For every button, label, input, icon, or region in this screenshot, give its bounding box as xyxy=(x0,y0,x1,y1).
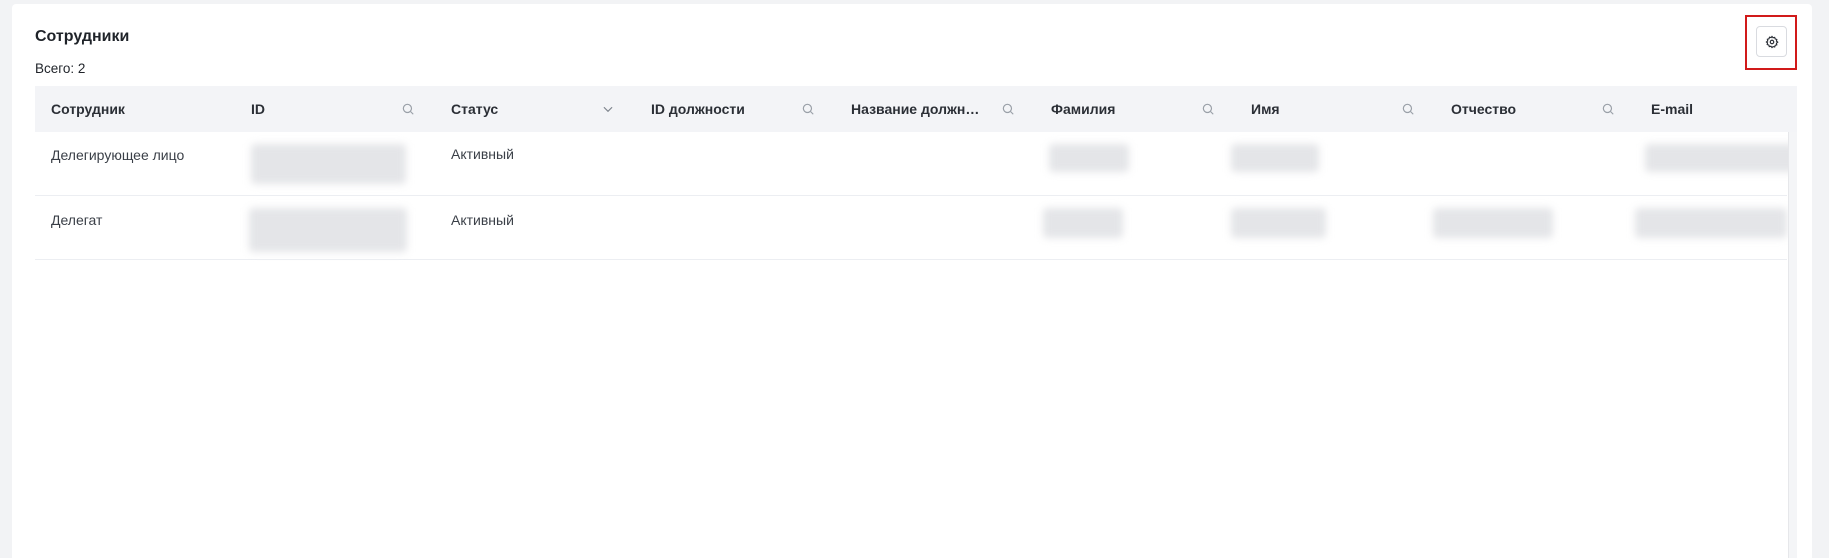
redacted-first-name xyxy=(1231,208,1326,238)
status-cell: Активный xyxy=(451,212,514,228)
gear-icon xyxy=(1765,35,1779,48)
redacted-email xyxy=(1635,208,1787,238)
redacted-last-name xyxy=(1043,208,1123,238)
employees-table: Сотрудник ID Статус ID должности Названи… xyxy=(35,86,1797,558)
column-header-last-name[interactable]: Фамилия xyxy=(1051,86,1231,132)
column-header-email[interactable]: E-mail xyxy=(1651,86,1797,132)
column-header-position-name[interactable]: Название должн… xyxy=(851,86,1031,132)
search-icon[interactable] xyxy=(1601,102,1615,116)
table-header: Сотрудник ID Статус ID должности Названи… xyxy=(35,86,1797,132)
column-header-position-id[interactable]: ID должности xyxy=(651,86,831,132)
column-header-first-name[interactable]: Имя xyxy=(1251,86,1431,132)
column-header-employee[interactable]: Сотрудник xyxy=(51,86,231,132)
search-icon[interactable] xyxy=(1401,102,1415,116)
redacted-last-name xyxy=(1049,144,1129,172)
vertical-scrollbar[interactable] xyxy=(1788,132,1797,558)
search-icon[interactable] xyxy=(1201,102,1215,116)
page-title: Сотрудники xyxy=(35,28,130,45)
redacted-email xyxy=(1645,144,1797,172)
redacted-id xyxy=(251,144,406,184)
column-header-id[interactable]: ID xyxy=(251,86,431,132)
redacted-id xyxy=(249,208,407,252)
search-icon[interactable] xyxy=(401,102,415,116)
employee-cell: Делегат xyxy=(51,212,103,228)
column-header-patronymic[interactable]: Отчество xyxy=(1451,86,1631,132)
table-settings-button[interactable] xyxy=(1756,26,1787,57)
employee-cell: Делегирующее лицо xyxy=(51,147,185,163)
search-icon[interactable] xyxy=(801,102,815,116)
total-count: Всего: 2 xyxy=(35,61,86,76)
search-icon[interactable] xyxy=(1001,102,1015,116)
table-row[interactable]: Делегирующее лицо Активный xyxy=(35,132,1797,196)
redacted-patronymic xyxy=(1433,208,1553,238)
redacted-first-name xyxy=(1231,144,1319,172)
chevron-down-icon[interactable] xyxy=(601,102,615,116)
column-header-status[interactable]: Статус xyxy=(451,86,631,132)
status-cell: Активный xyxy=(451,146,514,162)
table-row[interactable]: Делегат Активный xyxy=(35,196,1787,260)
